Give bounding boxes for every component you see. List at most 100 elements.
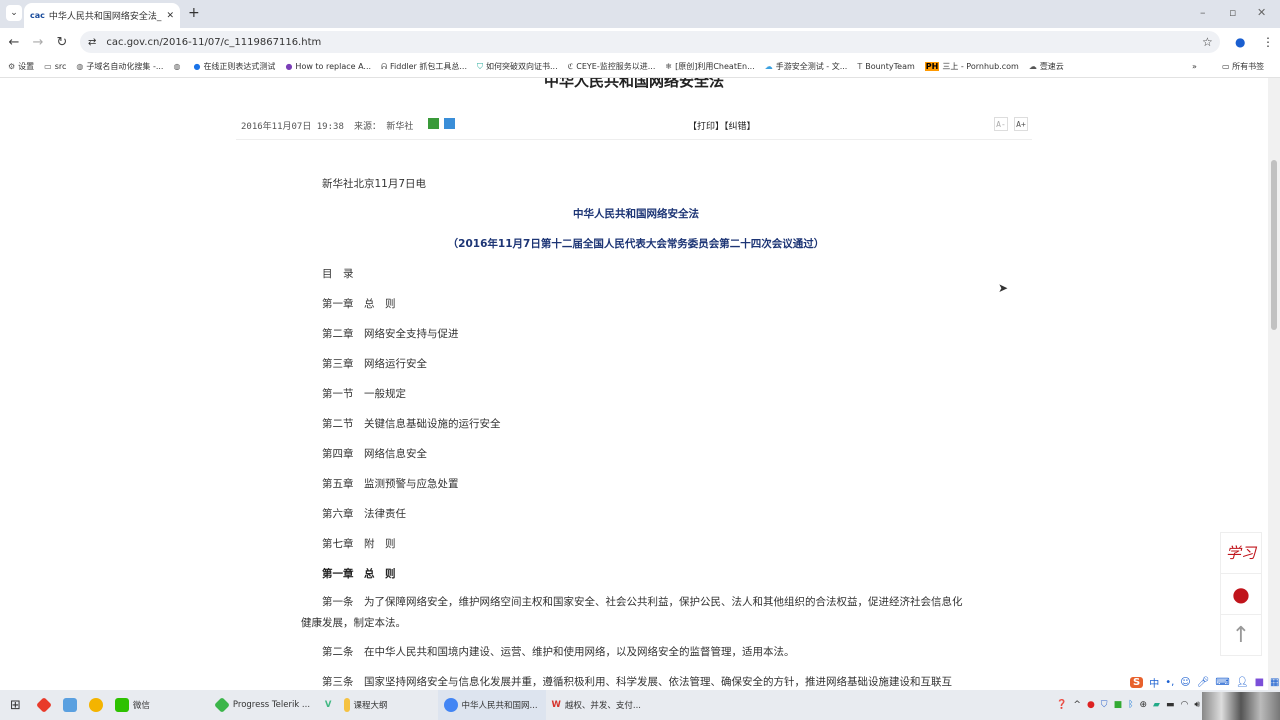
chapter-heading: 第一章 总 则 — [322, 568, 396, 580]
publish-date: 2016年11月07日 19:38 — [241, 122, 344, 132]
url-field[interactable]: ⇄ cac.gov.cn/2016-11/07/c_1119867116.htm — [80, 31, 1220, 53]
clock-obscured — [1202, 692, 1280, 720]
side-float-panel: 学习 ● ↑ — [1220, 532, 1262, 656]
bookmark-item[interactable]: ᕱ Fiddler 抓包工具总... — [381, 61, 467, 72]
toc-item: 第六章 法律责任 — [322, 508, 406, 520]
nvidia-icon[interactable]: ■ — [1114, 700, 1123, 710]
minimize-button[interactable]: – — [1200, 6, 1206, 19]
forward-button[interactable]: → — [26, 35, 50, 50]
bookmarks-more-button[interactable]: » — [1192, 62, 1197, 71]
bookmark-star-icon[interactable]: ☆ — [1202, 35, 1213, 49]
skin-icon[interactable]: ■ — [1255, 677, 1264, 688]
dateline: 新华社北京11月7日电 — [322, 178, 427, 190]
toc-item: 第三章 网络运行安全 — [322, 358, 427, 370]
close-tab-icon[interactable]: ✕ — [166, 11, 174, 21]
vue-icon[interactable]: V — [319, 690, 338, 720]
reload-button[interactable]: ↻ — [50, 35, 74, 50]
tab-title: 中华人民共和国网络安全法_中 — [48, 12, 163, 22]
profile-icon[interactable]: ● — [1235, 35, 1245, 49]
bookmark-item[interactable]: ⛉ 如何突破双向证书... — [477, 61, 558, 72]
bookmark-item[interactable]: ● How to replace A... — [285, 62, 371, 71]
bookmark-item[interactable]: ℭ CEYE-监控服务以进... — [568, 61, 656, 72]
volume-icon[interactable]: 🔊︎ — [1194, 700, 1200, 710]
law-title: 中华人民共和国网络安全法 — [573, 208, 699, 220]
weibo-icon[interactable]: ● — [1221, 574, 1261, 615]
taskbar-app-chrome[interactable]: 中华人民共和国网... — [437, 690, 546, 720]
bookmarks-bar: ⚙ 设置 ▭ src ◍ 子域名自动化搜集 -... ◍ ● 在线正则表达式测试 ● Ho… — [0, 56, 1280, 78]
law-subtitle: （2016年11月7日第十二届全国人民代表大会常务委员会第二十四次会议通过） — [447, 238, 825, 250]
start-button[interactable]: ⊞ — [0, 690, 31, 720]
toc-item: 第二节 关键信息基础设施的运行安全 — [322, 418, 501, 430]
taskbar-app-telerik[interactable]: Progress Telerik ... — [209, 690, 319, 720]
bluetooth-icon[interactable]: ᛒ — [1128, 700, 1133, 710]
cac-favicon: cac — [30, 11, 45, 20]
grid-icon[interactable]: ▦ — [1270, 677, 1279, 688]
vpn-icon[interactable]: ⊕ — [1139, 700, 1147, 710]
qzone-share-icon[interactable] — [444, 118, 455, 129]
tray-app-icon[interactable]: ▰ — [1153, 700, 1160, 710]
mouse-cursor-icon: ➤ — [998, 281, 1009, 295]
taskbar-app-folder[interactable]: 课程大纲 — [338, 690, 438, 720]
user-icon[interactable]: 👤︎ — [1236, 677, 1249, 688]
bookmark-item[interactable]: ● 在线正则表达式测试 — [193, 61, 275, 72]
punctuation-icon[interactable]: •, — [1165, 677, 1174, 688]
sogou-icon[interactable]: S — [1130, 677, 1144, 688]
address-bar-row: ← → ↻ ⇄ cac.gov.cn/2016-11/07/c_11198671… — [0, 28, 1280, 56]
restore-button[interactable]: ▫ — [1229, 6, 1236, 19]
new-tab-button[interactable]: + — [188, 5, 200, 21]
tab-search-button[interactable]: ⌄ — [6, 5, 22, 21]
bookmark-item[interactable]: PH 三上 - Pornhub.com — [924, 61, 1019, 72]
toc-item: 第五章 监测预警与应急处置 — [322, 478, 459, 490]
menu-icon[interactable]: ⋮ — [1262, 35, 1274, 49]
bookmark-item[interactable]: ❄ [原创]利用CheatEn... — [665, 61, 754, 72]
help-icon[interactable]: ❓ — [1056, 700, 1067, 710]
bookmark-item[interactable]: ☁ 壹速云 — [1029, 61, 1064, 72]
bookmark-item[interactable]: ▭ src — [44, 62, 66, 71]
bookmark-item[interactable]: ◍ 子域名自动化搜集 -... — [76, 61, 163, 72]
article-meta: 2016年11月07日 19:38 来源： 新华社 【打印】【纠错】 A- A+ — [236, 116, 1032, 140]
tab-active[interactable]: cac 中华人民共和国网络安全法_中 ✕ — [24, 3, 180, 28]
scrollbar[interactable] — [1268, 78, 1280, 690]
bookmark-item[interactable]: ☁ 手游安全测试 - 文... — [765, 61, 848, 72]
bookmark-item[interactable]: ⚙ 设置 — [8, 61, 34, 72]
emoji-icon[interactable]: ☺ — [1180, 677, 1190, 688]
taskbar-app-wechat[interactable]: 微信 — [109, 690, 209, 720]
close-window-button[interactable]: ✕ — [1257, 6, 1266, 19]
source: 来源： 新华社 — [354, 122, 414, 132]
toc-item: 第七章 附 则 — [322, 538, 396, 550]
back-to-top-icon[interactable]: ↑ — [1221, 615, 1261, 656]
tab-bar: ⌄ cac 中华人民共和国网络安全法_中 ✕ + – ▫ ✕ — [0, 0, 1280, 28]
toc-item: 第一节 一般规定 — [322, 388, 406, 400]
keyboard-icon[interactable]: ⌨ — [1215, 677, 1229, 688]
toc-item: 第二章 网络安全支持与促进 — [322, 328, 459, 340]
shield-icon[interactable]: ⛉ — [1101, 700, 1108, 710]
battery-icon[interactable]: ▬ — [1166, 700, 1175, 710]
tray-app-icon[interactable]: ● — [1087, 700, 1095, 710]
toc-item: 第四章 网络信息安全 — [322, 448, 427, 460]
font-smaller-button[interactable]: A- — [994, 117, 1008, 131]
ime-language[interactable]: 中 — [1149, 675, 1159, 690]
print-correct-links[interactable]: 【打印】【纠错】 — [688, 119, 756, 132]
back-button[interactable]: ← — [2, 35, 26, 50]
chrome-icon[interactable] — [83, 690, 109, 720]
mic-icon[interactable]: 🎤︎ — [1197, 677, 1210, 688]
all-bookmarks-button[interactable]: ▭ 所有书签 — [1222, 61, 1264, 72]
bookmark-item[interactable]: ◍ — [173, 62, 183, 71]
xuexi-link[interactable]: 学习 — [1221, 533, 1261, 574]
scrollbar-thumb[interactable] — [1271, 160, 1277, 330]
article-paragraph: 第二条 在中华人民共和国境内建设、运营、维护和使用网络，以及网络安全的监督管理，… — [322, 646, 795, 658]
show-hidden-icons[interactable]: ^ — [1073, 700, 1081, 710]
taskbar-app-icon[interactable] — [31, 690, 57, 720]
bookmark-item[interactable]: T BountyTeam — [857, 62, 914, 71]
ime-toolbar: S 中 •, ☺ 🎤︎ ⌨ 👤︎ ■ ▦ — [1130, 675, 1279, 690]
article-page: 中华人民共和国网络安全法 2016年11月07日 19:38 来源： 新华社 【… — [0, 78, 1268, 690]
wifi-icon[interactable]: ◠ — [1180, 700, 1188, 710]
article-paragraph: 第一条 为了保障网络安全，维护网络空间主权和国家安全、社会公共利益，保护公民、法… — [301, 596, 963, 629]
article-paragraph: 第三条 国家坚持网络安全与信息化发展并重，遵循积极利用、科学发展、依法管理、确保… — [322, 676, 952, 688]
font-larger-button[interactable]: A+ — [1014, 117, 1028, 131]
taskbar-app-wps[interactable]: W 越权、并发、支付... — [546, 690, 656, 720]
site-info-icon[interactable]: ⇄ — [88, 37, 96, 48]
toc-item: 目 录 — [322, 268, 354, 280]
wechat-share-icon[interactable] — [428, 118, 439, 129]
taskbar-app-icon[interactable] — [57, 690, 83, 720]
